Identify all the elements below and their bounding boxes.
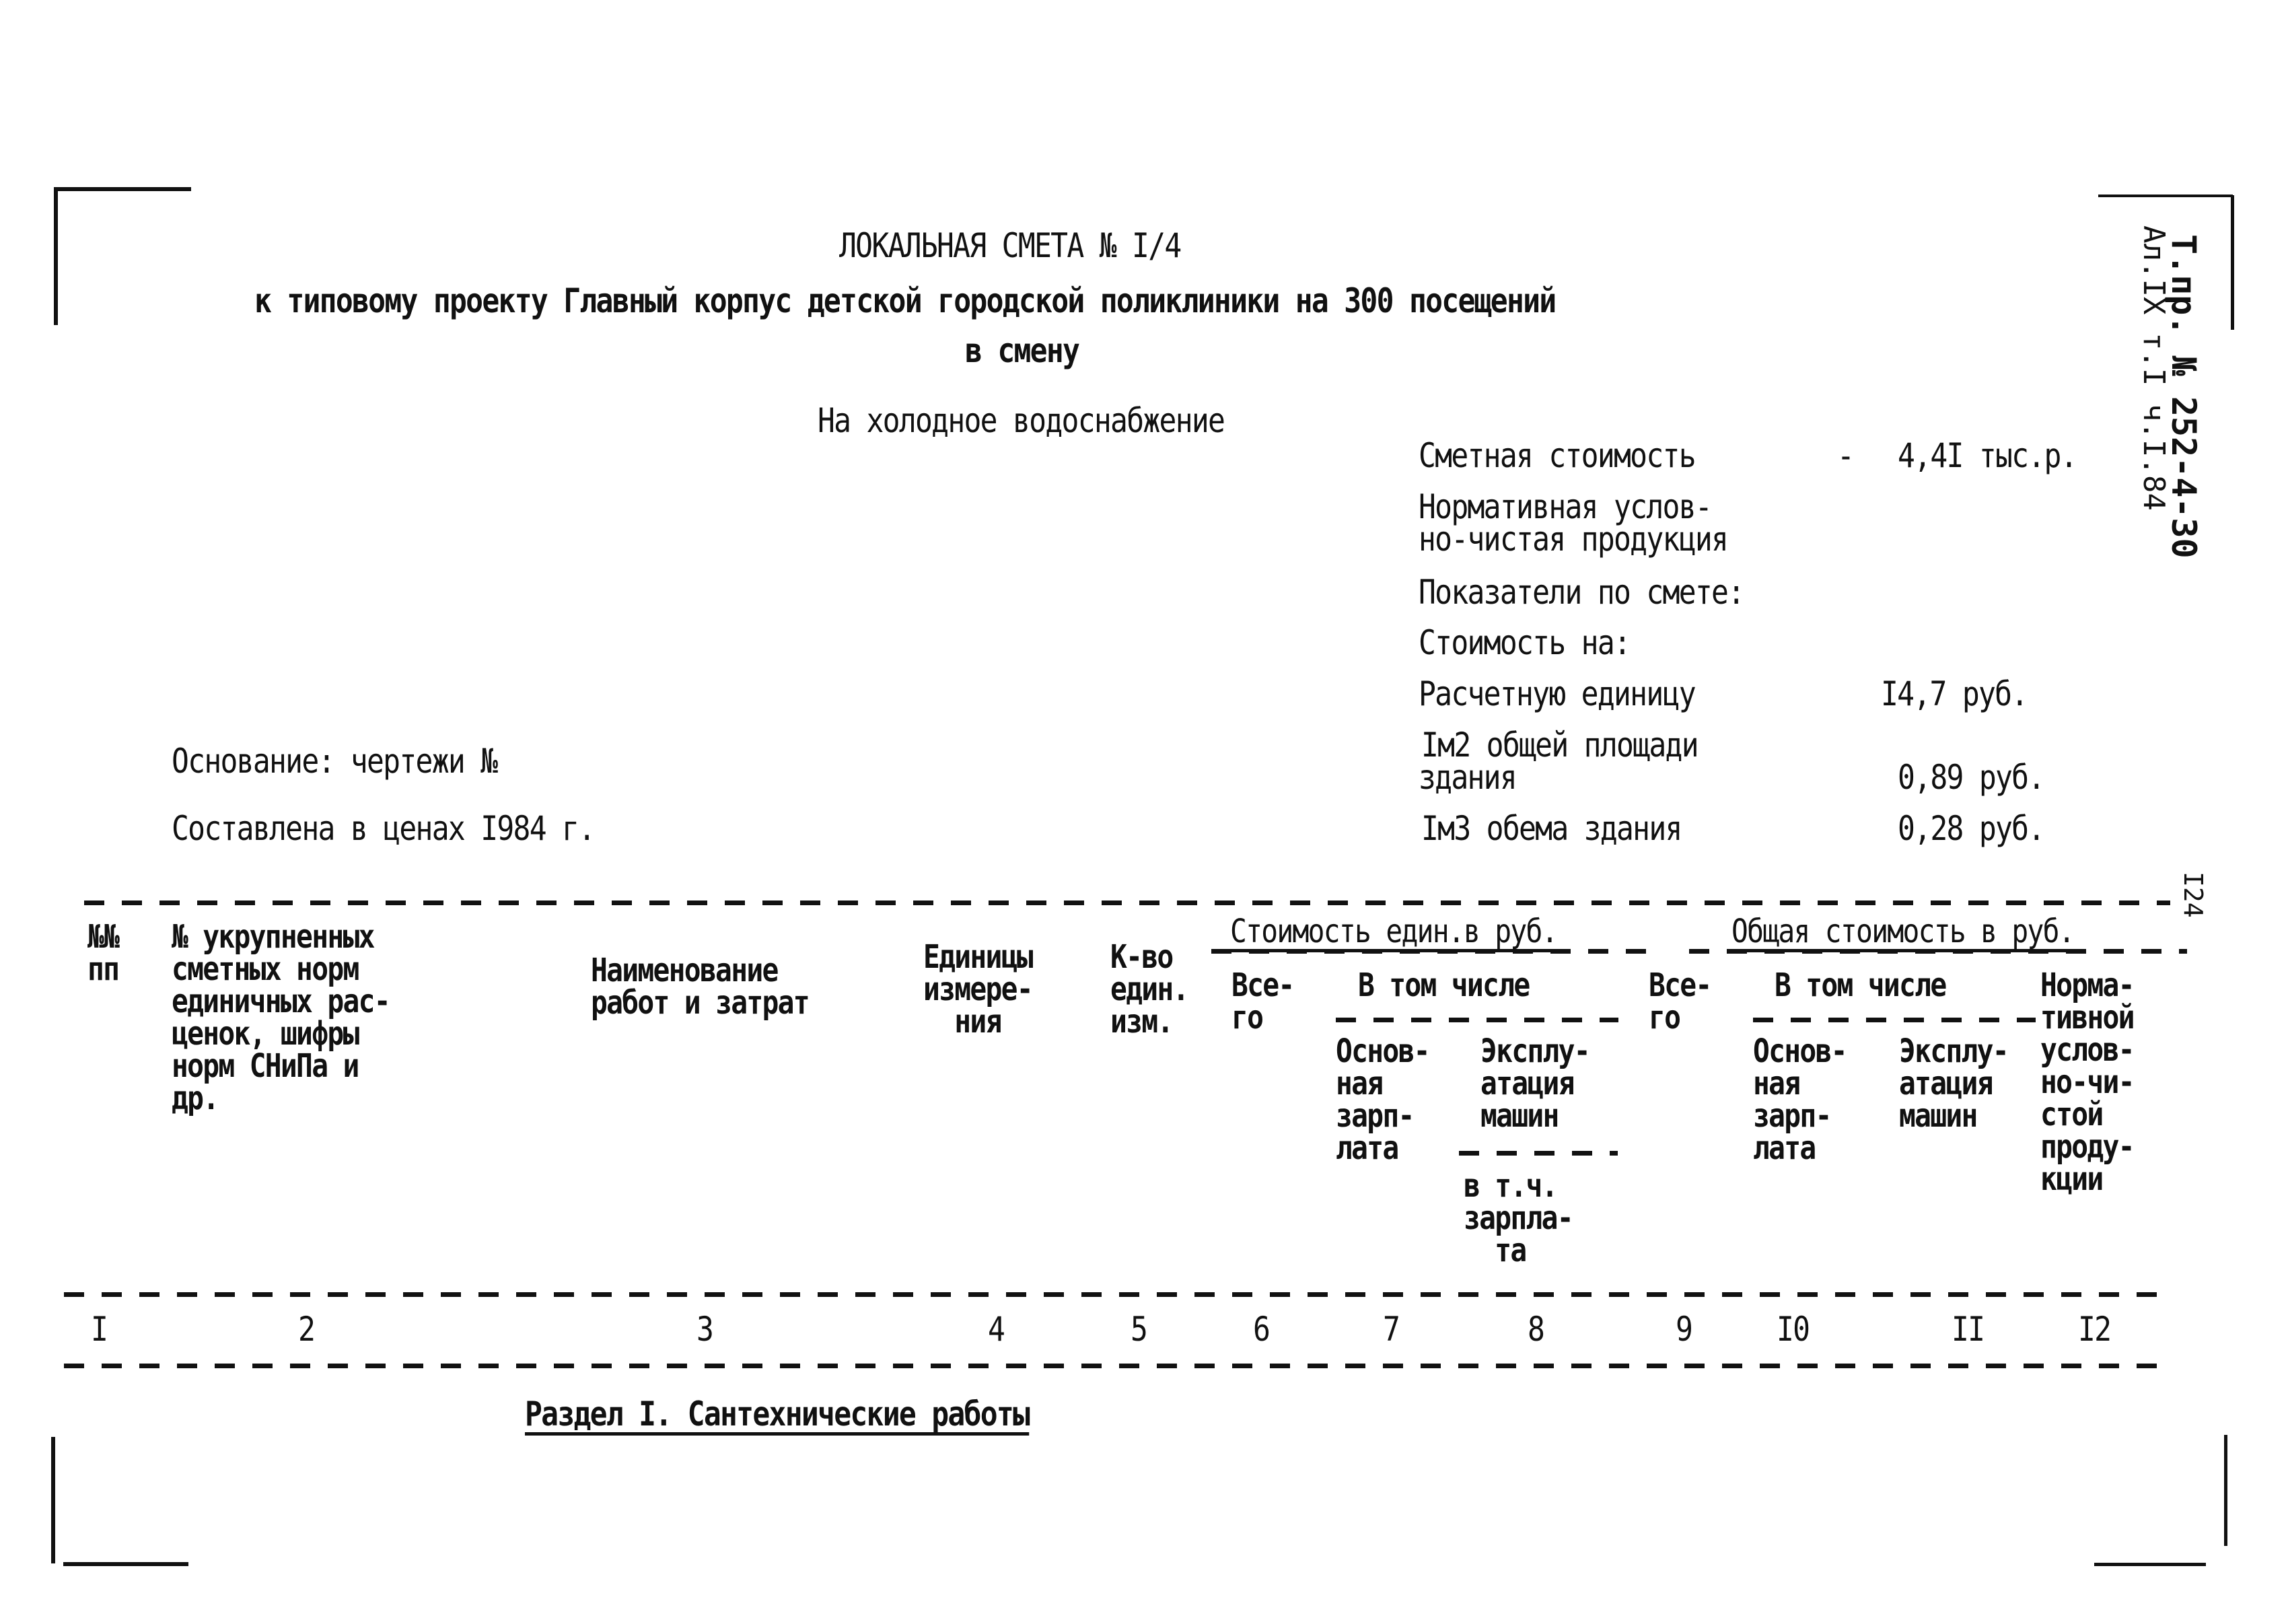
column-number-4: 4 bbox=[988, 1310, 1005, 1349]
page-number: I24 bbox=[2178, 872, 2208, 918]
column-number-1: I bbox=[91, 1310, 108, 1349]
per-unit-value: I4,7 руб. bbox=[1881, 674, 2028, 713]
column-number-9: 9 bbox=[1676, 1310, 1693, 1349]
estimated-cost-label: Сметная стоимость bbox=[1419, 436, 1696, 475]
corner-bracket-top-right-v bbox=[2231, 195, 2234, 330]
corner-bracket-bottom-right-h bbox=[2094, 1563, 2206, 1566]
corner-bracket-bottom-left-v bbox=[51, 1437, 55, 1563]
col-header-4: Единицы измере- ния bbox=[923, 938, 1034, 1040]
column-number-7: 7 bbox=[1383, 1310, 1400, 1349]
col-header-10: Основ- ная зарп- лата bbox=[1753, 1032, 1848, 1167]
column-number-11: II bbox=[1952, 1310, 1985, 1349]
per-m2-label-1: Iм2 общей площади bbox=[1421, 726, 1699, 765]
column-number-8: 8 bbox=[1528, 1310, 1545, 1349]
col-header-12: Норма- тивной услов- но-чи- стой проду- … bbox=[2040, 966, 2135, 1198]
column-number-2: 2 bbox=[298, 1310, 316, 1349]
corner-bracket-bottom-left-h bbox=[63, 1562, 188, 1566]
project-stamp-number: Т.пр. № 252-4-30 bbox=[2164, 234, 2203, 559]
col-numbers-bottom-rule bbox=[64, 1364, 2170, 1368]
unit-cost-group-header: Стоимость един.в руб. bbox=[1230, 913, 1559, 950]
per-m3-value: 0,28 руб. bbox=[1898, 809, 2045, 848]
col-header-9: Все- го bbox=[1649, 966, 1712, 1036]
estimated-cost-value: 4,4I тыс.р. bbox=[1898, 436, 2078, 475]
column-number-6: 6 bbox=[1253, 1310, 1271, 1349]
estimated-cost-dash: - bbox=[1837, 436, 1855, 475]
column-number-12: I2 bbox=[2078, 1310, 2112, 1349]
corner-bracket-bottom-right-v bbox=[2224, 1435, 2227, 1546]
column-number-3: 3 bbox=[696, 1310, 714, 1349]
col-header-7-8-group: В том числе bbox=[1358, 966, 1530, 1004]
col-7-8-rule bbox=[1336, 1018, 1618, 1022]
col-header-6: Все- го bbox=[1231, 966, 1295, 1036]
per-m3-label: Iм3 обема здания bbox=[1421, 809, 1682, 848]
col-8-sub-rule bbox=[1459, 1151, 1618, 1156]
per-m2-label-2: здания bbox=[1419, 758, 1517, 797]
basis-drawings: Основание: чертежи № bbox=[172, 742, 498, 781]
unit-cost-group-rule bbox=[1211, 949, 1655, 954]
indicators-label: Показатели по смете: bbox=[1419, 573, 1745, 612]
normative-label-2: но-чистая продукция bbox=[1419, 520, 1729, 559]
col-header-5: К-во един. изм. bbox=[1110, 938, 1189, 1040]
table-top-rule bbox=[84, 901, 2170, 905]
column-number-5: 5 bbox=[1131, 1310, 1148, 1349]
section-title: Раздел I. Сантехнические работы bbox=[525, 1394, 1030, 1434]
corner-bracket-top-left-h bbox=[55, 187, 191, 191]
total-cost-group-rule bbox=[1689, 949, 2187, 954]
basis-prices: Составлена в ценах I984 г. bbox=[172, 809, 596, 848]
column-number-10: I0 bbox=[1777, 1310, 1810, 1349]
col-header-10-11-group: В том числе bbox=[1775, 966, 1947, 1004]
cost-for-label: Стоимость на: bbox=[1419, 623, 1631, 662]
col-header-1: №№ пп bbox=[87, 918, 120, 988]
col-header-8: Эксплу- атация машин bbox=[1480, 1032, 1591, 1135]
col-numbers-top-rule bbox=[64, 1292, 2170, 1297]
col-header-2: № укрупненных сметных норм единичных рас… bbox=[172, 918, 391, 1117]
per-unit-label: Расчетную единицу bbox=[1419, 674, 1696, 713]
col-header-7: Основ- ная зарп- лата bbox=[1336, 1032, 1431, 1167]
col-header-3: Наименование работ и затрат bbox=[591, 952, 810, 1022]
total-cost-group-header: Общая стоимость в руб. bbox=[1731, 913, 2075, 950]
work-type: На холодное водоснабжение bbox=[818, 401, 1225, 440]
per-m2-value: 0,89 руб. bbox=[1898, 758, 2045, 797]
project-subtitle-cont: в смену bbox=[965, 331, 1080, 370]
project-stamp-album: Ал.IX т.I ч.I.84 bbox=[2137, 225, 2171, 511]
col-10-11-rule bbox=[1753, 1018, 2036, 1022]
corner-bracket-top-left-v bbox=[54, 187, 58, 325]
normative-label-1: Нормативная услов- bbox=[1419, 487, 1713, 526]
project-subtitle: к типовому проекту Главный корпус детско… bbox=[254, 281, 1557, 320]
document-title: ЛОКАЛЬНАЯ СМЕТА № I/4 bbox=[839, 226, 1182, 265]
corner-bracket-top-right-h bbox=[2098, 195, 2233, 197]
col-header-8-sub: в т.ч. зарпла- та bbox=[1464, 1167, 1574, 1269]
col-header-11: Эксплу- атация машин bbox=[1899, 1032, 2009, 1135]
